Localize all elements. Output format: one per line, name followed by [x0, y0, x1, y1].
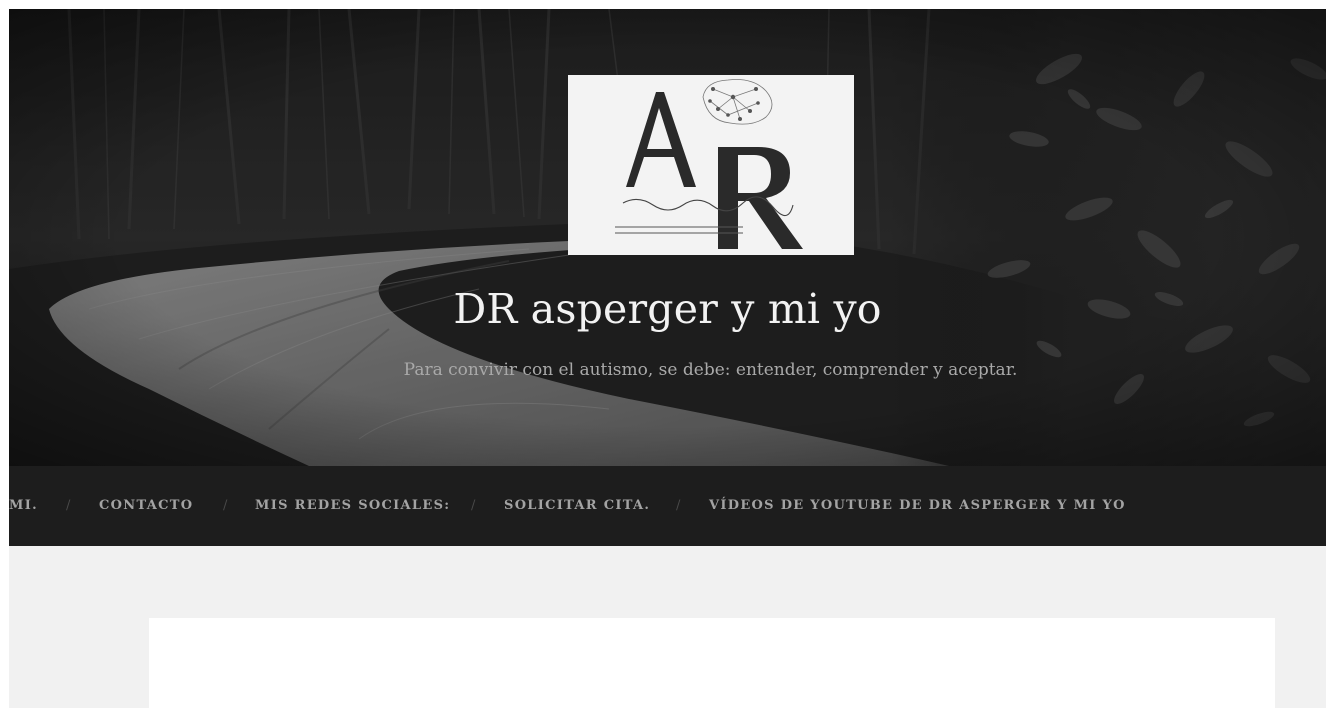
- site-title-link[interactable]: DR asperger y mi yo: [453, 285, 881, 333]
- nav-item-mi[interactable]: MI.: [9, 496, 38, 516]
- nav-item-solicitar-cita[interactable]: SOLICITAR CITA.: [504, 496, 650, 516]
- main-content-card: [149, 618, 1275, 708]
- nav-separator: /: [471, 498, 477, 513]
- main-navigation: MI. / CONTACTO / MIS REDES SOCIALES: / S…: [9, 466, 1326, 546]
- nav-item-videos-youtube[interactable]: VÍDEOS DE YOUTUBE DE DR ASPERGER Y MI YO: [709, 496, 1126, 516]
- nav-item-mis-redes-sociales[interactable]: MIS REDES SOCIALES:: [255, 496, 450, 516]
- nav-separator: /: [223, 498, 229, 513]
- site-title[interactable]: DR asperger y mi yo: [9, 279, 1326, 339]
- nav-item-contacto[interactable]: CONTACTO: [99, 496, 193, 516]
- site-tagline: Para convivir con el autismo, se debe: e…: [403, 360, 1018, 380]
- site-logo[interactable]: [568, 75, 854, 255]
- nav-separator: /: [66, 498, 72, 513]
- nav-separator: /: [676, 498, 682, 513]
- site-header: DR asperger y mi yo Para convivir con el…: [9, 9, 1326, 466]
- page: DR asperger y mi yo Para convivir con el…: [9, 9, 1326, 708]
